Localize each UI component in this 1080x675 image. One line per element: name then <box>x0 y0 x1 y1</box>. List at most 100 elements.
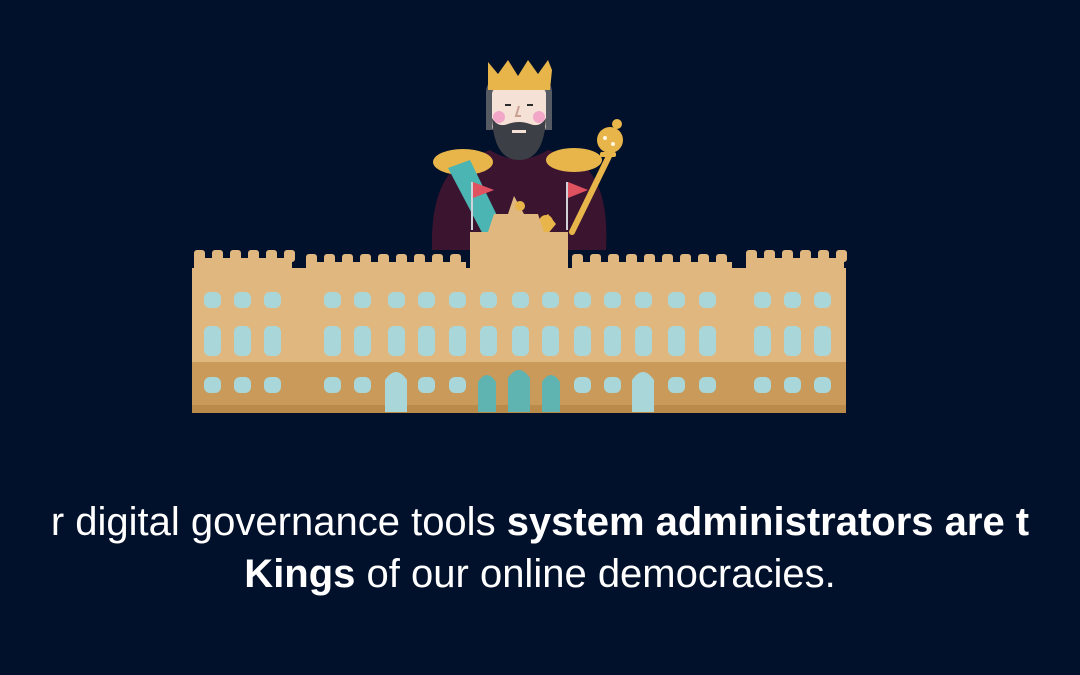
palace-window <box>604 326 621 356</box>
crenel <box>432 254 443 266</box>
crenel <box>266 250 277 262</box>
caption-line-2-bold: Kings <box>244 552 356 596</box>
palace-window <box>814 292 831 308</box>
crenel <box>716 254 727 266</box>
palace-window <box>512 292 529 308</box>
palace-window <box>754 292 771 308</box>
palace-window <box>234 326 251 356</box>
crenel <box>746 250 757 262</box>
palace-window <box>449 377 466 393</box>
king-mouth <box>512 130 526 133</box>
parapet <box>746 258 844 268</box>
crenel <box>414 254 425 266</box>
crenel <box>306 254 317 266</box>
palace-window <box>699 377 716 393</box>
caption-line-1: r digital governance tools system admini… <box>51 496 1029 548</box>
palace-window <box>814 326 831 356</box>
palace-window <box>324 326 341 356</box>
palace-door <box>385 372 407 412</box>
palace-window <box>574 292 591 308</box>
palace-window <box>234 292 251 308</box>
crenel <box>324 254 335 266</box>
crenel <box>626 254 637 266</box>
palace-window <box>814 377 831 393</box>
palace-window <box>204 326 221 356</box>
palace-window <box>668 292 685 308</box>
palace-window <box>354 292 371 308</box>
caption-line-1-regular: r digital governance tools <box>50 500 507 544</box>
crenel <box>378 254 389 266</box>
crenel <box>698 254 709 266</box>
palace-window <box>354 377 371 393</box>
palace-window <box>784 377 801 393</box>
palace-window <box>480 326 497 356</box>
crenel <box>608 254 619 266</box>
king-cheek-right <box>533 111 545 123</box>
crenel <box>572 254 583 266</box>
palace-window <box>542 292 559 308</box>
palace-window <box>234 377 251 393</box>
palace-window <box>574 326 591 356</box>
caption-line-2-regular: of our online democracies. <box>355 552 836 596</box>
crenel <box>836 250 847 262</box>
parapet <box>194 258 292 268</box>
palace-door <box>632 372 654 412</box>
crenel <box>450 254 461 266</box>
crenel <box>662 254 673 266</box>
crenel <box>644 254 655 266</box>
palace-window <box>449 326 466 356</box>
palace-door <box>478 375 496 412</box>
palace-window <box>512 326 529 356</box>
palace-window <box>754 326 771 356</box>
palace-window <box>699 292 716 308</box>
palace-window <box>324 377 341 393</box>
palace-window <box>635 326 652 356</box>
palace-window <box>418 326 435 356</box>
crenel <box>782 250 793 262</box>
crenel <box>396 254 407 266</box>
crenel <box>764 250 775 262</box>
tower-ornament <box>515 201 525 211</box>
palace-window <box>264 292 281 308</box>
palace-illustration <box>192 182 847 413</box>
crenel <box>590 254 601 266</box>
crenel <box>818 250 829 262</box>
right-epaulette <box>546 148 602 172</box>
palace-window <box>784 326 801 356</box>
palace-window <box>668 377 685 393</box>
palace-window <box>418 377 435 393</box>
palace-window <box>635 292 652 308</box>
caption-line-2: Kings of our online democracies. <box>244 548 835 600</box>
palace-window <box>699 326 716 356</box>
palace-window <box>480 292 497 308</box>
palace-window <box>204 292 221 308</box>
palace-window <box>264 326 281 356</box>
crenel <box>680 254 691 266</box>
palace-window <box>264 377 281 393</box>
palace-door <box>508 370 530 412</box>
palace-window <box>604 292 621 308</box>
crenel <box>800 250 811 262</box>
king-palace-illustration <box>192 60 847 413</box>
palace-window <box>388 292 405 308</box>
king-eye-right <box>527 104 533 106</box>
crenel <box>194 250 205 262</box>
crenel <box>284 250 295 262</box>
palace-window <box>204 377 221 393</box>
palace-window <box>604 377 621 393</box>
palace-window <box>354 326 371 356</box>
palace-window <box>574 377 591 393</box>
crenel <box>360 254 371 266</box>
palace-window <box>754 377 771 393</box>
palace-window <box>668 326 685 356</box>
crenel <box>212 250 223 262</box>
palace-window <box>784 292 801 308</box>
palace-window <box>418 292 435 308</box>
crenel <box>230 250 241 262</box>
crenel <box>248 250 259 262</box>
palace-door <box>542 375 560 412</box>
king-cheek-left <box>493 111 505 123</box>
crenel <box>342 254 353 266</box>
crown-icon <box>488 60 552 90</box>
slide: r digital governance tools system admini… <box>0 0 1080 675</box>
